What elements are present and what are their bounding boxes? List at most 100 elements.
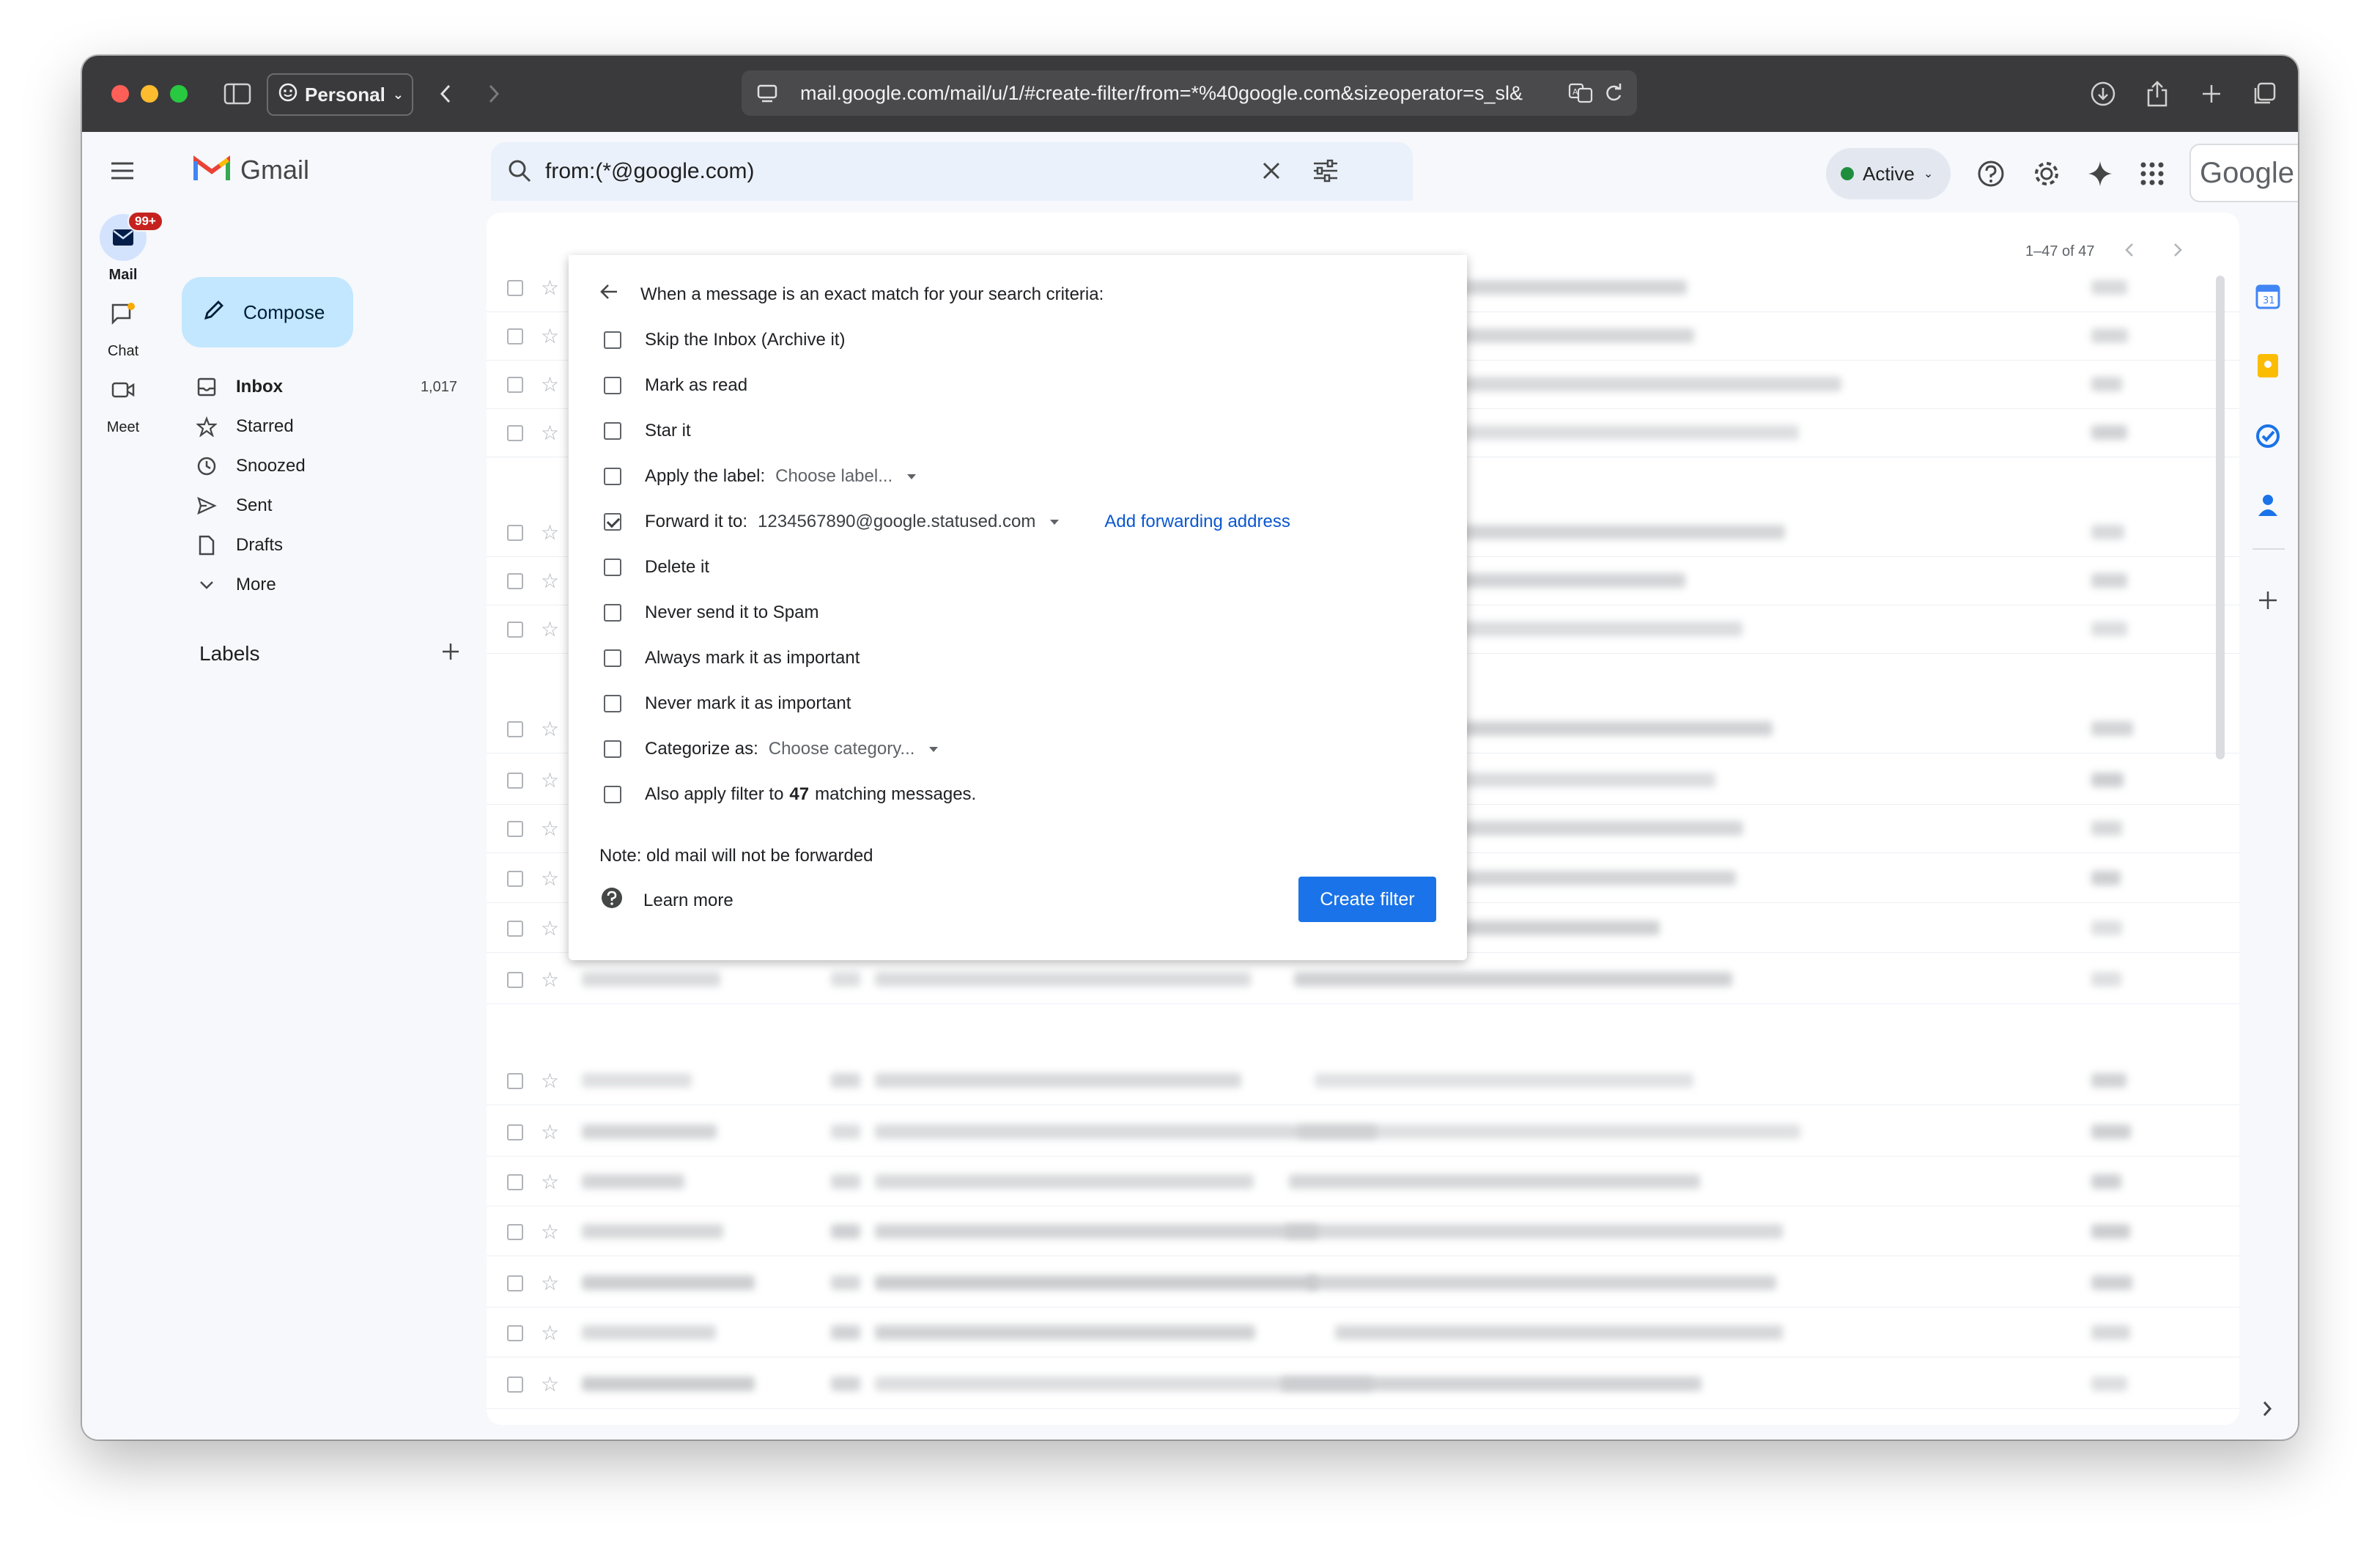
mail-row-checkbox[interactable] [507,1325,523,1341]
mail-row-checkbox[interactable] [507,280,523,296]
star-icon[interactable]: ☆ [541,1271,559,1295]
contacts-icon[interactable] [2257,493,2279,521]
mail-row[interactable]: ☆ [487,1309,2239,1357]
star-icon[interactable]: ☆ [541,421,559,445]
back-icon[interactable] [429,78,462,110]
mail-row[interactable]: ☆ [487,1259,2239,1308]
mail-row-checkbox[interactable] [507,573,523,589]
categorize-checkbox[interactable] [604,740,621,758]
category-select[interactable]: Choose category... [769,739,939,759]
search-options-icon[interactable] [1312,158,1339,187]
star-icon[interactable]: ☆ [541,1069,559,1093]
option-forward[interactable]: Forward it to: 1234567890@google.statuse… [604,507,1290,537]
rail-mail[interactable]: 99+ Mail [82,211,164,284]
mail-row-checkbox[interactable] [507,821,523,837]
star-icon[interactable]: ☆ [541,968,559,992]
next-page-icon[interactable] [2172,242,2184,262]
tab-overview-icon[interactable] [2248,78,2280,110]
option-always-important[interactable]: Always mark it as important [604,644,860,673]
reload-icon[interactable] [1603,82,1624,109]
mail-row[interactable]: ☆ [487,1158,2239,1206]
mail-row-checkbox[interactable] [507,1073,523,1089]
mail-row-checkbox[interactable] [507,1275,523,1291]
status-selector[interactable]: Active ⌄ [1826,148,1951,199]
mark-read-checkbox[interactable] [604,377,621,394]
add-forwarding-address-link[interactable]: Add forwarding address [1104,512,1290,532]
mail-row[interactable]: ☆ [487,1057,2239,1105]
help-icon[interactable] [1977,160,2005,191]
calendar-icon[interactable]: 31 [2255,284,2280,313]
apps-grid-icon[interactable] [2140,161,2165,190]
search-icon[interactable] [507,158,532,187]
clear-search-icon[interactable] [1260,160,1282,185]
option-apply-label[interactable]: Apply the label: Choose label... [604,462,917,491]
sidebar-item-inbox[interactable]: Inbox 1,017 [193,368,457,406]
mail-row-checkbox[interactable] [507,377,523,393]
add-label-icon[interactable] [441,642,460,666]
settings-gear-icon[interactable] [2033,160,2061,191]
mail-row[interactable]: ☆ [487,956,2239,1004]
mail-row-checkbox[interactable] [507,871,523,887]
mail-row[interactable]: ☆ [487,1208,2239,1256]
zoom-window-button[interactable] [170,85,188,103]
add-addon-icon[interactable] [2257,589,2279,615]
star-icon[interactable]: ☆ [541,1120,559,1144]
star-icon[interactable]: ☆ [541,520,559,545]
star-icon[interactable]: ☆ [541,717,559,741]
rail-chat[interactable]: Chat [82,290,164,360]
mail-row-checkbox[interactable] [507,525,523,541]
new-tab-icon[interactable] [2195,78,2228,110]
option-never-important[interactable]: Never mark it as important [604,689,851,718]
forward-checkbox[interactable] [604,513,621,531]
page-settings-icon[interactable] [756,82,778,109]
profile-selector[interactable]: Personal ⌄ [267,73,413,116]
close-window-button[interactable] [111,85,129,103]
prev-page-icon[interactable] [2124,242,2135,262]
star-icon[interactable]: ☆ [541,1220,559,1244]
star-icon[interactable]: ☆ [541,617,559,641]
star-icon[interactable]: ☆ [541,1372,559,1396]
star-icon[interactable]: ☆ [541,866,559,891]
sidebar-item-more[interactable]: More [193,566,457,604]
mail-row[interactable]: ☆ [487,1360,2239,1409]
option-mark-read[interactable]: Mark as read [604,371,747,400]
star-icon[interactable]: ☆ [541,1321,559,1345]
account-switcher[interactable]: Google [2189,144,2298,202]
rail-meet[interactable]: Meet [82,366,164,436]
mail-row-checkbox[interactable] [507,328,523,344]
mail-row-checkbox[interactable] [507,1224,523,1240]
address-bar[interactable]: mail.google.com/mail/u/1/#create-filter/… [742,70,1637,116]
star-icon[interactable]: ☆ [541,324,559,348]
star-icon[interactable]: ☆ [541,768,559,792]
option-also-apply[interactable]: Also apply filter to 47 matching message… [604,780,976,809]
option-never-spam[interactable]: Never send it to Spam [604,598,818,627]
forward-address-select[interactable]: 1234567890@google.statused.com [758,512,1060,532]
main-menu-icon[interactable] [110,161,135,184]
minimize-window-button[interactable] [141,85,158,103]
option-delete[interactable]: Delete it [604,553,709,582]
mail-row-checkbox[interactable] [507,773,523,789]
mail-row-checkbox[interactable] [507,622,523,638]
star-icon[interactable]: ☆ [541,569,559,593]
share-icon[interactable] [2141,78,2173,110]
learn-more-row[interactable]: Learn more [601,887,733,914]
keep-icon[interactable] [2257,353,2279,382]
mail-row[interactable]: ☆ [487,1108,2239,1157]
always-important-checkbox[interactable] [604,649,621,667]
compose-button[interactable]: Compose [182,277,353,347]
scrollbar[interactable] [2216,276,2225,759]
mail-row-checkbox[interactable] [507,1376,523,1393]
mail-row-checkbox[interactable] [507,425,523,441]
also-apply-checkbox[interactable] [604,786,621,803]
sidebar-item-snoozed[interactable]: Snoozed [193,447,457,485]
delete-checkbox[interactable] [604,559,621,576]
skip-inbox-checkbox[interactable] [604,331,621,349]
gemini-sparkle-icon[interactable] [2087,160,2113,191]
download-icon[interactable] [2087,78,2119,110]
search-input[interactable]: from:(*@google.com) [545,159,755,184]
back-arrow-icon[interactable] [599,283,618,306]
star-icon[interactable]: ☆ [541,372,559,397]
mail-row-checkbox[interactable] [507,1124,523,1140]
never-important-checkbox[interactable] [604,695,621,712]
never-spam-checkbox[interactable] [604,604,621,622]
